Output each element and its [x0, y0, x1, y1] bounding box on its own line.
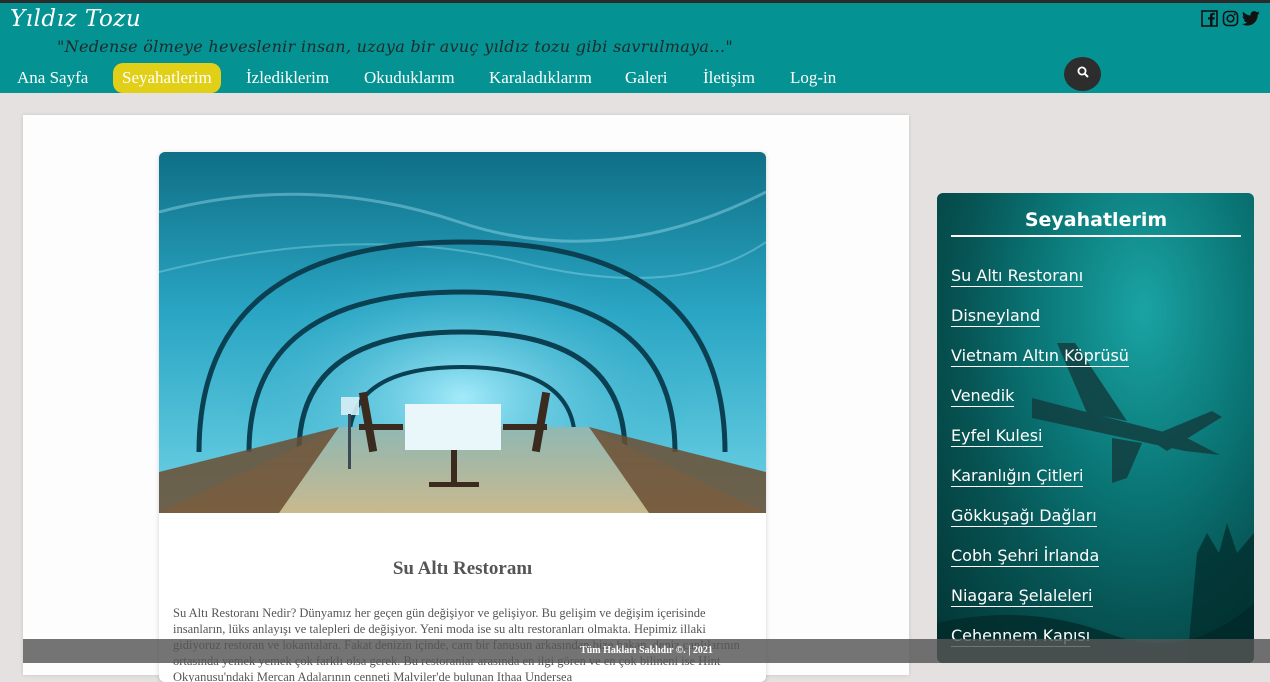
nav-scribbles[interactable]: Karaladıklarım: [480, 63, 601, 93]
sidebar-link-rainbow-mountains[interactable]: Gökkuşağı Dağları: [951, 506, 1097, 527]
sidebar-link-cobh[interactable]: Cobh Şehri İrlanda: [951, 546, 1099, 567]
nav-read[interactable]: Okuduklarım: [355, 63, 464, 93]
nav-home[interactable]: Ana Sayfa: [8, 63, 97, 93]
nav-travels[interactable]: Seyahatlerim: [113, 63, 221, 93]
post-card[interactable]: Su Altı Restoranı Su Altı Restoranı Nedi…: [159, 152, 766, 682]
facebook-icon[interactable]: [1200, 9, 1218, 27]
footer: Tüm Hakları Saklıdır ©. | 2021: [23, 639, 1270, 663]
sidebar-link-disneyland[interactable]: Disneyland: [951, 306, 1040, 327]
sidebar-link-vietnam[interactable]: Vietnam Altın Köprüsü: [951, 346, 1129, 367]
sidebar-link-niagara[interactable]: Niagara Şelaleleri: [951, 586, 1093, 607]
twitter-icon[interactable]: [1242, 9, 1260, 27]
search-button[interactable]: [1064, 57, 1101, 91]
instagram-icon[interactable]: [1221, 9, 1239, 27]
sidebar-link-dark-hedges[interactable]: Karanlığın Çitleri: [951, 466, 1083, 487]
nav-watched[interactable]: İzlediklerim: [237, 63, 338, 93]
nav-contact[interactable]: İletişim: [694, 63, 764, 93]
sidebar-title: Seyahatlerim: [951, 209, 1241, 237]
nav-login[interactable]: Log-in: [781, 63, 845, 93]
sidebar-travels: Seyahatlerim Su Altı Restoranı Disneylan…: [937, 193, 1254, 663]
sidebar-link-underwater[interactable]: Su Altı Restoranı: [951, 266, 1083, 287]
nav-gallery[interactable]: Galeri: [616, 63, 676, 93]
sidebar-link-eiffel[interactable]: Eyfel Kulesi: [951, 426, 1043, 447]
post-title[interactable]: Su Altı Restoranı: [159, 558, 766, 580]
sidebar-link-venice[interactable]: Venedik: [951, 386, 1014, 407]
site-tagline: "Nedense ölmeye heveslenir insan, uzaya …: [57, 37, 733, 56]
search-icon: [1077, 65, 1089, 83]
site-title[interactable]: Yıldız Tozu: [10, 6, 141, 32]
main-content: Su Altı Restoranı Su Altı Restoranı Nedi…: [23, 115, 909, 675]
social-links: [1200, 9, 1260, 27]
underwater-restaurant-image: [159, 152, 766, 513]
